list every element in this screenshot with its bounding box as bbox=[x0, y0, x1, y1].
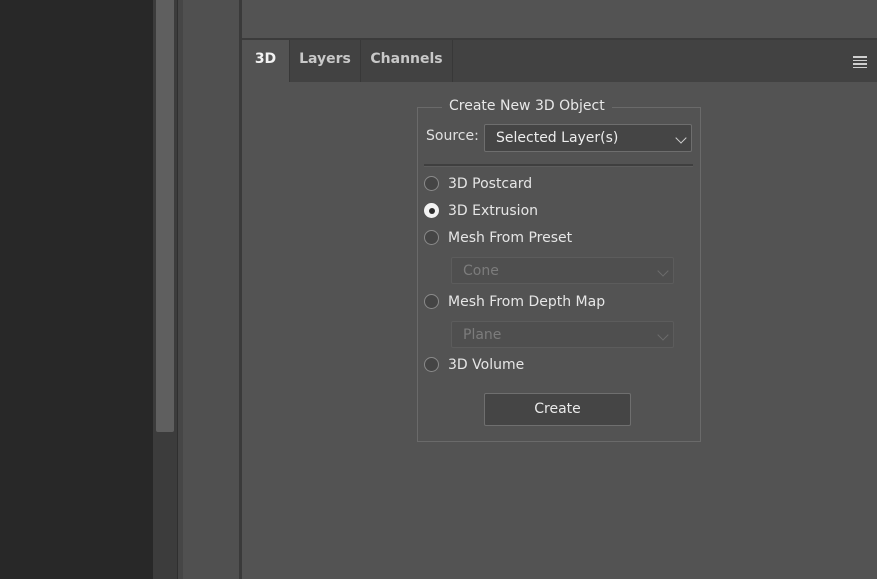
group-legend: Create New 3D Object bbox=[442, 97, 612, 115]
left-canvas-area bbox=[0, 0, 153, 579]
scrollbar-thumb[interactable] bbox=[156, 0, 174, 432]
preset-dropdown: Cone bbox=[451, 257, 674, 284]
source-label: Source: bbox=[426, 128, 479, 144]
radio-label: Mesh From Preset bbox=[448, 230, 573, 246]
upper-panel bbox=[242, 0, 877, 40]
collapsed-panel-dock bbox=[183, 0, 240, 579]
radio-label: 3D Volume bbox=[448, 357, 525, 373]
chevron-down-icon bbox=[657, 265, 669, 277]
panel-tab-bar: 3D Layers Channels bbox=[242, 40, 877, 83]
tab-layers[interactable]: Layers bbox=[290, 40, 361, 82]
radio-button[interactable] bbox=[424, 230, 439, 245]
radio-button[interactable] bbox=[424, 294, 439, 309]
create-button[interactable]: Create bbox=[484, 393, 631, 426]
source-dropdown[interactable]: Selected Layer(s) bbox=[484, 124, 692, 152]
tab-channels[interactable]: Channels bbox=[361, 40, 453, 82]
source-dropdown-value: Selected Layer(s) bbox=[496, 130, 619, 146]
hamburger-menu-icon[interactable] bbox=[853, 56, 867, 68]
radio-button[interactable] bbox=[424, 357, 439, 372]
depth-map-dropdown: Plane bbox=[451, 321, 674, 348]
divider bbox=[424, 164, 693, 167]
radio-label: 3D Postcard bbox=[448, 176, 533, 192]
chevron-down-icon bbox=[657, 329, 669, 341]
radio-button-selected[interactable] bbox=[424, 203, 439, 218]
depth-map-dropdown-value: Plane bbox=[463, 327, 502, 343]
radio-label: 3D Extrusion bbox=[448, 203, 539, 219]
radio-label: Mesh From Depth Map bbox=[448, 294, 606, 310]
tab-3d[interactable]: 3D bbox=[242, 40, 290, 83]
radio-button[interactable] bbox=[424, 176, 439, 191]
chevron-down-icon bbox=[675, 132, 687, 144]
preset-dropdown-value: Cone bbox=[463, 263, 499, 279]
